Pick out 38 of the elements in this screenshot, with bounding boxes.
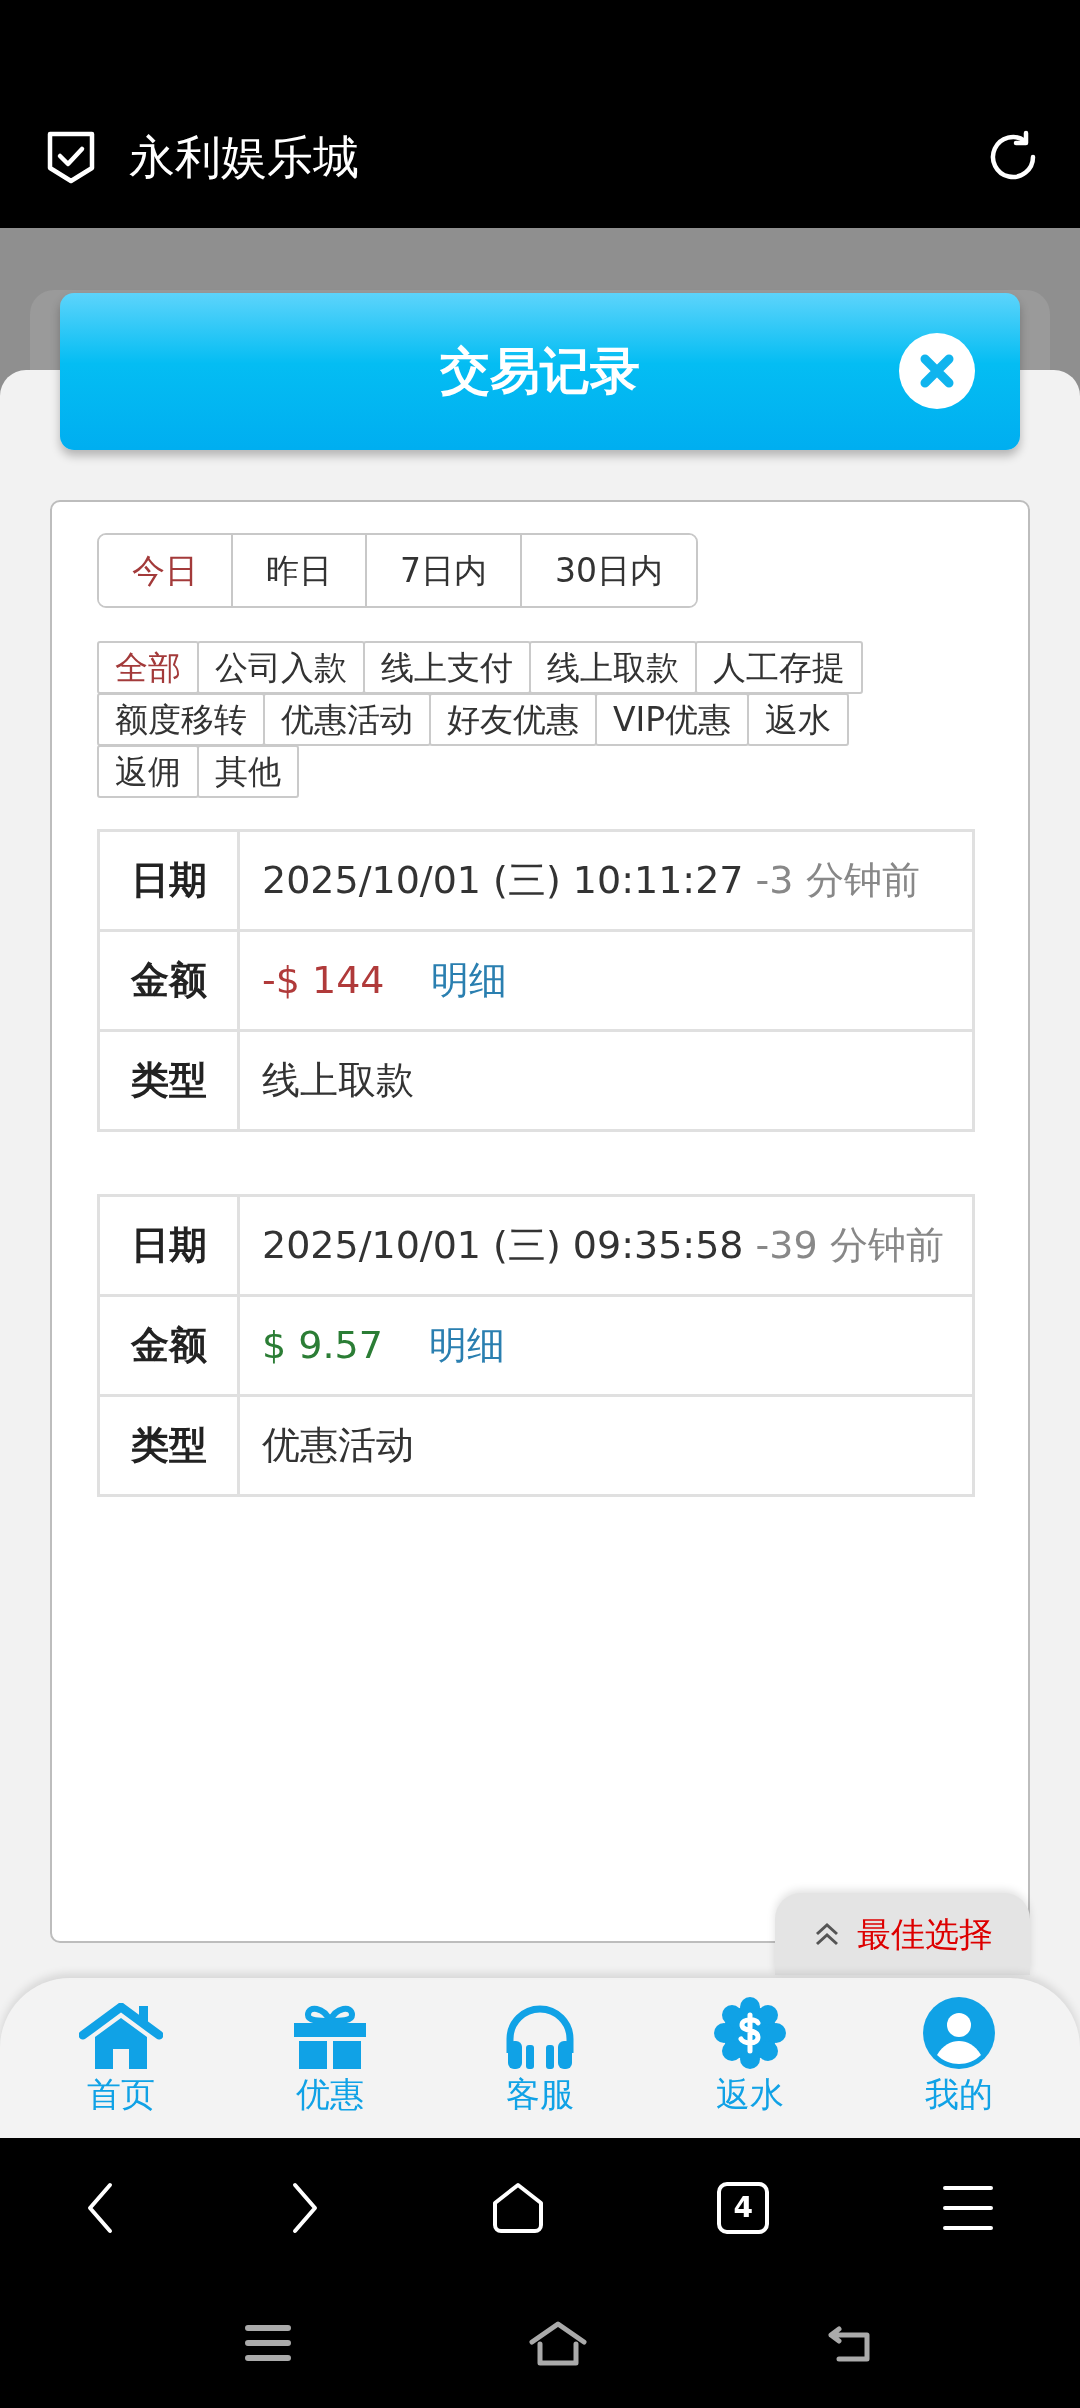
field-label: 金额 bbox=[98, 1295, 239, 1396]
dialog-title: 交易记录 bbox=[440, 341, 640, 402]
category-tab[interactable]: 线上取款 bbox=[529, 641, 697, 694]
field-label: 类型 bbox=[98, 1395, 239, 1496]
category-tab[interactable]: 好友优惠 bbox=[429, 693, 597, 746]
date-cell: 2025/10/01 (三) 10:11:27 -3 分钟前 bbox=[238, 830, 974, 931]
detail-link[interactable]: 明细 bbox=[430, 958, 507, 1002]
home-icon[interactable] bbox=[528, 2320, 588, 2366]
field-label: 日期 bbox=[98, 1195, 239, 1296]
category-tab[interactable]: 优惠活动 bbox=[263, 693, 431, 746]
category-tab[interactable]: 全部 bbox=[97, 641, 199, 694]
amount-text: $ 9.57 bbox=[262, 1323, 383, 1367]
dollar-badge-icon bbox=[713, 1996, 786, 2069]
category-tab[interactable]: VIP优惠 bbox=[595, 693, 750, 746]
category-tab[interactable]: 人工存提 bbox=[695, 641, 863, 694]
date-tab[interactable]: 30日内 bbox=[520, 535, 696, 606]
menu-icon[interactable] bbox=[941, 2184, 994, 2232]
detail-link[interactable]: 明细 bbox=[428, 1323, 505, 1367]
best-choice-tab[interactable]: 最佳选择 bbox=[775, 1893, 1030, 1975]
recents-icon[interactable] bbox=[245, 2324, 291, 2362]
category-tab[interactable]: 其他 bbox=[197, 745, 299, 798]
shield-check-icon[interactable] bbox=[45, 129, 97, 185]
type-cell: 优惠活动 bbox=[238, 1395, 974, 1496]
user-avatar-icon bbox=[923, 1996, 996, 2069]
category-tab[interactable]: 返水 bbox=[747, 693, 850, 746]
category-tab[interactable]: 公司入款 bbox=[197, 641, 365, 694]
field-label: 日期 bbox=[98, 830, 239, 931]
category-tab[interactable]: 线上支付 bbox=[363, 641, 531, 694]
category-tab[interactable]: 额度移转 bbox=[97, 693, 265, 746]
page-title: 永利娱乐城 bbox=[129, 128, 359, 186]
tab-count-button[interactable]: 4 bbox=[717, 2182, 770, 2234]
amount-text: -$ 144 bbox=[262, 958, 385, 1002]
date-cell: 2025/10/01 (三) 09:35:58 -39 分钟前 bbox=[238, 1195, 974, 1296]
category-tab[interactable]: 返佣 bbox=[97, 745, 199, 798]
field-label: 金额 bbox=[98, 930, 239, 1031]
home-icon[interactable] bbox=[490, 2181, 545, 2235]
type-cell: 线上取款 bbox=[238, 1030, 974, 1131]
field-label: 类型 bbox=[98, 1030, 239, 1131]
